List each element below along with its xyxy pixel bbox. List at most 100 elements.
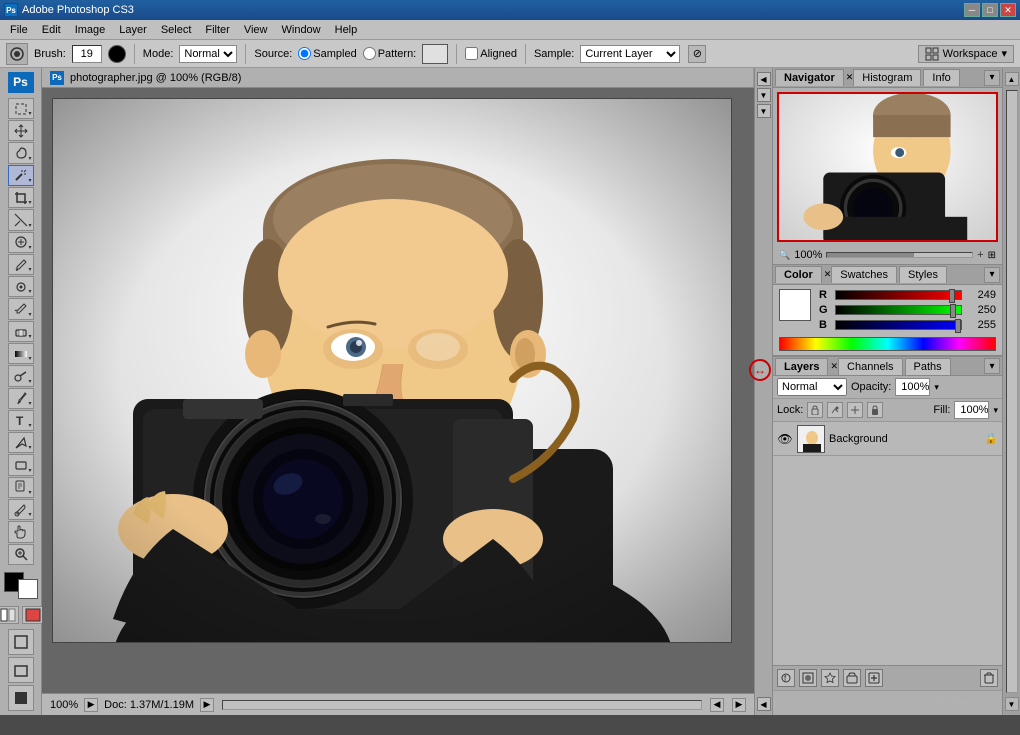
layer-group-btn[interactable]: [843, 669, 861, 687]
tool-type[interactable]: T ▾: [8, 410, 34, 431]
horizontal-scrollbar[interactable]: [222, 700, 702, 710]
tool-dodge[interactable]: ▾: [8, 365, 34, 386]
tool-pen[interactable]: ▾: [8, 388, 34, 409]
layers-panel-menu[interactable]: ▾: [984, 358, 1000, 374]
minimize-button[interactable]: ─: [964, 3, 980, 17]
panel-scroll-up[interactable]: ▲: [1005, 72, 1019, 86]
tool-notes[interactable]: ▾: [8, 477, 34, 498]
tool-marquee[interactable]: ▾: [8, 98, 34, 119]
zoom-out-icon[interactable]: 🔍: [779, 250, 790, 261]
zoom-menu-btn[interactable]: ▶: [84, 698, 98, 712]
pattern-radio[interactable]: [363, 47, 376, 60]
r-slider[interactable]: [835, 290, 962, 300]
workspace-button[interactable]: Workspace ▾: [918, 45, 1014, 63]
tab-navigator[interactable]: Navigator: [775, 69, 844, 86]
mode-quick-mask[interactable]: [22, 606, 44, 624]
aligned-checkbox[interactable]: [465, 47, 478, 60]
zoom-in-icon[interactable]: +: [977, 249, 983, 261]
sample-options-btn[interactable]: ⊘: [688, 45, 706, 63]
lock-all[interactable]: [867, 402, 883, 418]
panel-strip-btn-3[interactable]: ▼: [757, 104, 771, 118]
mode-select[interactable]: Normal: [179, 45, 237, 63]
tool-lasso[interactable]: ▾: [8, 142, 34, 163]
opacity-input[interactable]: [895, 378, 930, 396]
sample-select[interactable]: Current Layer: [580, 45, 680, 63]
tab-styles[interactable]: Styles: [899, 266, 947, 283]
fill-input[interactable]: [954, 401, 989, 419]
tool-eraser[interactable]: ▾: [8, 321, 34, 342]
menu-window[interactable]: Window: [276, 23, 327, 37]
panel-strip-btn-bottom[interactable]: ◀: [757, 697, 771, 711]
brush-size-input[interactable]: [72, 45, 102, 63]
b-slider[interactable]: [835, 320, 962, 330]
layer-adjustment-btn[interactable]: [821, 669, 839, 687]
brush-preview[interactable]: [108, 45, 126, 63]
tab-color-close[interactable]: ✕: [824, 269, 832, 280]
menu-help[interactable]: Help: [329, 23, 364, 37]
tab-info[interactable]: Info: [923, 69, 959, 86]
tool-gradient[interactable]: ▾: [8, 343, 34, 364]
scroll-right-btn[interactable]: ▶: [732, 698, 746, 712]
navigator-preview[interactable]: [777, 92, 998, 242]
tool-slice[interactable]: ▾: [8, 209, 34, 230]
lock-image[interactable]: [827, 402, 843, 418]
watermark-link[interactable]: Brothersoft: [931, 695, 994, 710]
screen-mode-full-menu[interactable]: [8, 657, 34, 683]
menu-edit[interactable]: Edit: [36, 23, 67, 37]
menu-select[interactable]: Select: [155, 23, 198, 37]
tool-path-selection[interactable]: ▾: [8, 432, 34, 453]
tool-brush[interactable]: ▾: [8, 254, 34, 275]
close-button[interactable]: ✕: [1000, 3, 1016, 17]
fill-arrow[interactable]: ▾: [993, 405, 998, 416]
panel-strip-btn-1[interactable]: ◀: [757, 72, 771, 86]
tool-clone[interactable]: ▾: [8, 276, 34, 297]
sampled-radio[interactable]: [298, 47, 311, 60]
tab-swatches[interactable]: Swatches: [831, 266, 897, 283]
layer-visibility-toggle[interactable]: 👁: [777, 431, 793, 447]
canvas-image[interactable]: [52, 98, 732, 643]
menu-filter[interactable]: Filter: [199, 23, 235, 37]
menu-file[interactable]: File: [4, 23, 34, 37]
layer-styles-btn[interactable]: f: [777, 669, 795, 687]
tool-hand[interactable]: [8, 521, 34, 542]
lock-position[interactable]: [847, 402, 863, 418]
new-layer-btn[interactable]: [865, 669, 883, 687]
tool-crop[interactable]: ▾: [8, 187, 34, 208]
screen-mode-standard[interactable]: [8, 629, 34, 655]
tool-move[interactable]: [8, 120, 34, 141]
navigator-panel-menu[interactable]: ▾: [984, 70, 1000, 86]
background-color[interactable]: [18, 579, 38, 599]
tool-eyedropper[interactable]: ▾: [8, 499, 34, 520]
menu-image[interactable]: Image: [69, 23, 112, 37]
lock-transparency[interactable]: [807, 402, 823, 418]
panel-strip-btn-2[interactable]: ▼: [757, 88, 771, 102]
doc-info-btn[interactable]: ▶: [200, 698, 214, 712]
color-spectrum-bar[interactable]: [779, 337, 996, 351]
tab-histogram[interactable]: Histogram: [853, 69, 921, 86]
scroll-left-btn[interactable]: ◀: [710, 698, 724, 712]
color-panel-menu[interactable]: ▾: [984, 267, 1000, 283]
tool-zoom[interactable]: [8, 544, 34, 565]
tool-history-brush[interactable]: ▾: [8, 298, 34, 319]
tab-channels[interactable]: Channels: [838, 358, 902, 375]
menu-layer[interactable]: Layer: [113, 23, 153, 37]
g-slider[interactable]: [835, 305, 962, 315]
mode-normal[interactable]: [0, 606, 19, 624]
maximize-button[interactable]: □: [982, 3, 998, 17]
zoom-slider[interactable]: [826, 252, 973, 258]
tab-layers-close[interactable]: ✕: [830, 361, 838, 372]
nav-expand-btn[interactable]: ⊞: [988, 250, 996, 261]
tool-shape[interactable]: ▾: [8, 454, 34, 475]
layer-row-background[interactable]: 👁 Background 🔒: [773, 422, 1002, 456]
opacity-arrow[interactable]: ▾: [934, 382, 939, 393]
tab-color[interactable]: Color: [775, 266, 822, 283]
pattern-swatch[interactable]: [422, 44, 448, 64]
tab-paths[interactable]: Paths: [905, 358, 951, 375]
tool-heal[interactable]: ▾: [8, 232, 34, 253]
panel-scrollbar[interactable]: [1006, 90, 1018, 693]
blend-mode-select[interactable]: Normal: [777, 378, 847, 396]
color-preview-swatch[interactable]: [779, 289, 811, 321]
layer-mask-btn[interactable]: [799, 669, 817, 687]
tool-magic-wand[interactable]: ▾: [8, 165, 34, 186]
menu-view[interactable]: View: [238, 23, 274, 37]
